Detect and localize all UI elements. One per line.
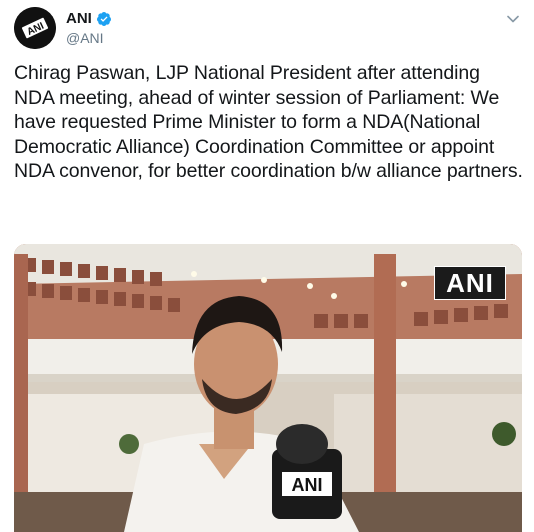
- author-avatar[interactable]: ANI: [14, 7, 56, 49]
- ani-logo: ANI: [14, 7, 56, 49]
- mic-flag-text: ANI: [292, 475, 323, 495]
- author-name[interactable]: ANI: [66, 10, 92, 27]
- chevron-down-icon[interactable]: [506, 12, 520, 26]
- tweet-card: ANI ANI @ANI Chirag Paswan, LJP National…: [0, 0, 534, 532]
- verified-badge-icon: [96, 11, 111, 26]
- tweet-text: Chirag Paswan, LJP National President af…: [14, 62, 523, 183]
- author-name-row[interactable]: ANI: [66, 10, 112, 27]
- author-handle[interactable]: @ANI: [66, 30, 104, 46]
- ani-watermark: ANI: [434, 266, 506, 300]
- tweet-media[interactable]: ANI ANI: [14, 244, 522, 532]
